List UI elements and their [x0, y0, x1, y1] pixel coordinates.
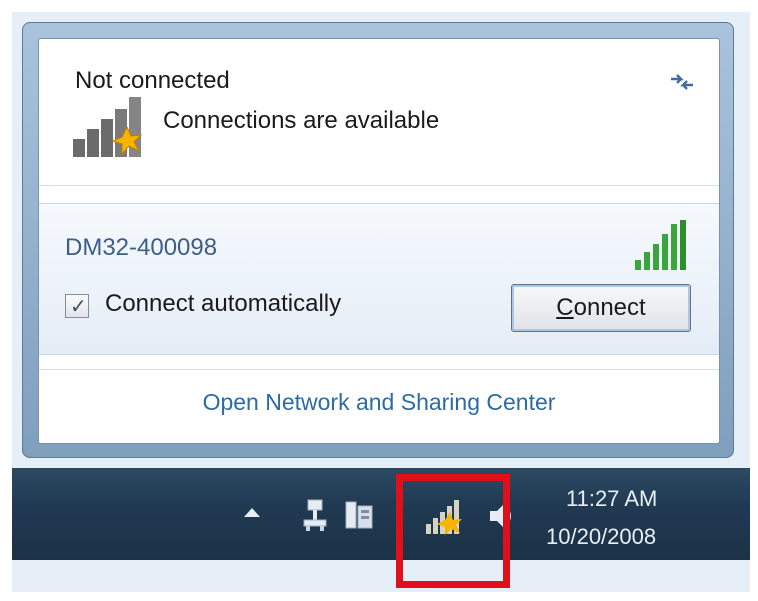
divider: [39, 185, 719, 186]
clock-date[interactable]: 10/20/2008: [546, 524, 656, 550]
wireless-network-item[interactable]: DM32-400098 ✓ Connect automatically Conn…: [39, 203, 719, 355]
signal-strength-icon: [635, 220, 686, 270]
connect-automatically-checkbox[interactable]: ✓: [65, 294, 89, 318]
network-flyout: Not connected Connections are available …: [22, 22, 734, 458]
refresh-icon[interactable]: [667, 67, 697, 97]
action-center-flag-icon[interactable]: [344, 498, 376, 532]
network-name: DM32-400098: [65, 234, 218, 261]
no-connection-signal-icon: [73, 97, 143, 157]
network-device-icon[interactable]: [302, 498, 328, 532]
connect-button-label: onnect: [573, 294, 646, 321]
highlight-box: [396, 474, 510, 588]
network-panel: Not connected Connections are available …: [38, 38, 720, 444]
checkmark-icon: ✓: [70, 296, 87, 318]
connect-button[interactable]: Connect: [511, 284, 691, 332]
connection-status-title: Not connected: [75, 67, 230, 94]
clock-time[interactable]: 11:27 AM: [566, 486, 657, 512]
connection-status-subtitle: Connections are available: [163, 107, 440, 134]
connect-automatically-label: Connect automatically: [105, 290, 342, 317]
connect-button-mnemonic: C: [556, 294, 574, 321]
divider: [39, 369, 719, 370]
show-hidden-icons-arrow-icon[interactable]: [244, 508, 260, 517]
open-network-sharing-center-link[interactable]: Open Network and Sharing Center: [39, 389, 719, 416]
